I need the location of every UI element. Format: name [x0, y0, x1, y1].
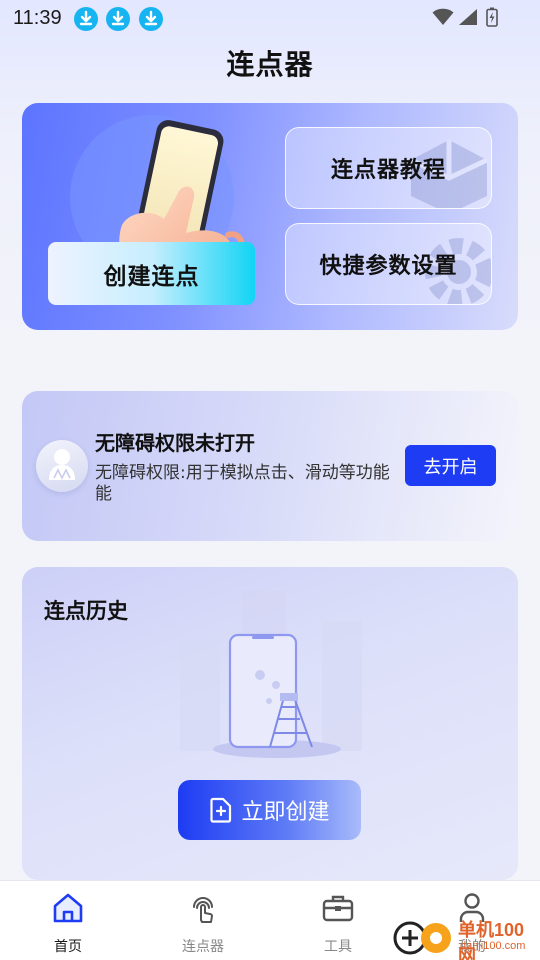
nav-clicker-label: 连点器 — [182, 939, 224, 955]
download-icon — [74, 7, 98, 31]
create-click-button[interactable]: 创建连点 — [48, 242, 255, 305]
accessibility-person-icon — [49, 449, 75, 480]
accessibility-card: 无障碍权限未打开 无障碍权限:用于模拟点击、滑动等功能能 去开启 — [22, 391, 518, 541]
wifi-icon — [432, 8, 454, 26]
empty-history-illustration — [180, 591, 362, 758]
nav-tools[interactable]: 工具 — [283, 881, 393, 960]
new-document-icon — [210, 797, 232, 823]
battery-icon — [486, 7, 498, 27]
nav-tools-label: 工具 — [324, 939, 352, 955]
home-icon — [53, 893, 83, 923]
download-icon — [106, 7, 130, 31]
tutorial-button[interactable]: 连点器教程 — [285, 127, 492, 209]
toolbox-icon — [322, 895, 354, 922]
accessibility-description: 无障碍权限:用于模拟点击、滑动等功能能 — [95, 463, 390, 504]
quick-settings-label: 快捷参数设置 — [319, 254, 458, 279]
tutorial-label: 连点器教程 — [330, 158, 446, 183]
status-bar: 11:39 — [0, 0, 540, 38]
tap-icon — [193, 897, 213, 923]
create-now-button[interactable]: 立即创建 — [178, 780, 361, 840]
accessibility-avatar — [36, 440, 88, 492]
nav-home[interactable]: 首页 — [13, 881, 123, 960]
status-time: 11:39 — [13, 7, 62, 29]
download-icon — [139, 7, 163, 31]
hero-card: 创建连点 连点器教程 快捷参数设置 — [22, 103, 518, 330]
watermark-url: danji100.com — [460, 940, 526, 952]
nav-home-label: 首页 — [54, 939, 82, 955]
accessibility-title: 无障碍权限未打开 — [95, 431, 255, 455]
quick-settings-button[interactable]: 快捷参数设置 — [285, 223, 492, 305]
nav-clicker[interactable]: 连点器 — [148, 881, 258, 960]
create-now-label: 立即创建 — [241, 800, 330, 825]
history-title: 连点历史 — [44, 599, 128, 623]
signal-icon — [459, 9, 477, 25]
enable-accessibility-button[interactable]: 去开启 — [405, 445, 496, 486]
page-title: 连点器 — [226, 48, 314, 81]
watermark-brand: 单机100网 — [458, 920, 525, 960]
history-card: 连点历史 立即创建 — [22, 567, 518, 880]
watermark-logo-icon — [393, 921, 451, 955]
watermark: 单机100网 danji100.com — [392, 914, 540, 960]
